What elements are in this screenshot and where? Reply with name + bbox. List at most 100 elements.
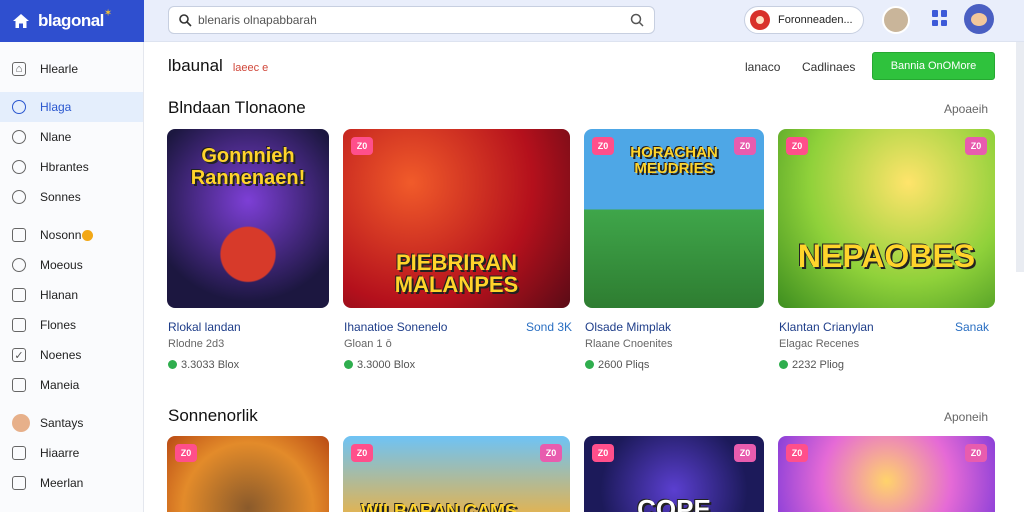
badge-icon: Z0: [540, 444, 562, 462]
sidebar-item-label: Hlanan: [40, 288, 79, 302]
sidebar-item-mail[interactable]: Maneia: [0, 370, 143, 400]
top-bar: blenaris olnapabbarah Foronneaden...: [144, 0, 1024, 42]
game-rating: 3.3000 Blox: [344, 359, 415, 371]
sidebar-item-home[interactable]: ⌂ Hlearle: [0, 54, 143, 84]
mail-icon: [12, 378, 26, 392]
sidebar-item-label: Moeous: [40, 258, 83, 272]
game-price: Sond 3K: [526, 320, 573, 334]
sidebar-item-compass[interactable]: Hbrantes: [0, 152, 143, 182]
photo-icon: [12, 476, 26, 490]
badge-icon: Z0: [351, 444, 373, 462]
chat-icon: [12, 100, 26, 114]
game-title[interactable]: Olsade Mimplak: [585, 320, 671, 334]
game-art-title: PIEBRIRAN MALANPES: [394, 250, 519, 297]
game-art-title: NEPAOBES: [797, 238, 976, 274]
game-rating-text: 3.3033 Blox: [181, 359, 240, 371]
user-avatar[interactable]: [882, 6, 910, 34]
sidebar-item-photo[interactable]: Meerlan: [0, 468, 143, 498]
search-bar[interactable]: blenaris olnapabbarah: [168, 6, 655, 34]
clock-icon: [12, 258, 26, 272]
scrollbar[interactable]: [1016, 42, 1024, 272]
sidebar-item-tag[interactable]: Nlane: [0, 122, 143, 152]
game-card[interactable]: Z0 Z0 NEPAOBES: [778, 129, 995, 308]
search-input[interactable]: blenaris olnapabbarah: [198, 13, 630, 27]
game-subtitle: Elagac Recenes: [779, 338, 860, 350]
coin-icon: [82, 229, 94, 241]
mascot-icon[interactable]: [964, 4, 994, 34]
sidebar-item-check[interactable]: ✓ Noenes: [0, 340, 143, 370]
game-rating: 3.3033 Blox: [168, 359, 239, 371]
sidebar-item-label: Nlane: [40, 130, 72, 144]
section-title: Blndaan Tlonaone: [168, 98, 306, 117]
badge-icon: Z0: [351, 137, 373, 155]
game-subtitle: Rlaane Cnoenites: [585, 338, 673, 350]
sidebar-item-label: Hlearle: [40, 62, 79, 76]
home-icon: ⌂: [12, 62, 26, 76]
game-rating: 2232 Pliog: [779, 359, 844, 371]
page-title-text: lbaunal: [168, 56, 223, 75]
sidebar-item-box[interactable]: Nosonn: [0, 220, 143, 250]
folder-icon: [12, 288, 26, 302]
search-icon: [179, 13, 192, 27]
game-rating-text: 2232 Pliog: [792, 359, 844, 371]
game-card[interactable]: Z0 Z0 WILBARAN CAMS: [343, 436, 570, 512]
game-title[interactable]: Ihanatioe Sonenelo: [344, 320, 447, 334]
sidebar-item-label: Sonnes: [40, 190, 81, 204]
doc-icon: [12, 318, 26, 332]
game-price: Sanak: [955, 320, 990, 334]
rating-dot-icon: [168, 360, 177, 369]
badge-icon: Z0: [175, 444, 197, 462]
game-card[interactable]: Z0 Z0: [778, 436, 995, 512]
sidebar-item-active[interactable]: Hlaga: [0, 92, 143, 122]
sidebar-item-person[interactable]: Santays: [0, 408, 143, 438]
sparkle-icon: ✶: [103, 7, 113, 19]
see-all-link[interactable]: Apoaeih: [944, 102, 988, 116]
sidebar-item-clock[interactable]: Moeous: [0, 250, 143, 280]
sidebar-item-label: Flones: [40, 318, 77, 332]
badge-icon: Z0: [786, 137, 808, 155]
badge-icon: Z0: [786, 444, 808, 462]
game-thumbnail: [778, 129, 995, 308]
home-icon: [13, 14, 29, 28]
sidebar-item-folder[interactable]: Hlanan: [0, 280, 143, 310]
game-title[interactable]: Rlokal landan: [168, 320, 241, 334]
game-thumbnail: [778, 436, 995, 512]
app-logo[interactable]: blagonal ✶: [0, 0, 144, 42]
primary-cta-button[interactable]: Bannia OnOMore: [872, 52, 995, 80]
page-title: lbaunal laeec e: [168, 56, 268, 76]
game-card[interactable]: Z0 Z0 HORACHAN MEUDRIES: [584, 129, 764, 308]
section-title: Sonnenorlik: [168, 406, 258, 425]
rating-dot-icon: [585, 360, 594, 369]
badge-icon: Z0: [592, 444, 614, 462]
badge-icon: Z0: [965, 137, 987, 155]
game-title[interactable]: Klantan Crianylan: [779, 320, 874, 334]
page-subtitle: laeec e: [232, 62, 269, 74]
badge-icon: Z0: [734, 444, 756, 462]
header-link-1[interactable]: lanaco: [745, 60, 780, 74]
sidebar-item-label: Meerlan: [40, 476, 84, 490]
search-submit-icon[interactable]: [630, 13, 644, 27]
game-card[interactable]: Z0: [167, 436, 329, 512]
apps-grid-icon[interactable]: [932, 10, 948, 26]
sidebar: ⌂ Hlearle Hlaga Nlane Hbrantes Sonnes Nos…: [0, 42, 144, 512]
tag-icon: [12, 130, 26, 144]
sidebar-item-label: Hbrantes: [40, 160, 89, 174]
header-link-2[interactable]: Cadlinaes: [802, 60, 855, 74]
account-chip[interactable]: Foronneaden...: [744, 6, 864, 34]
game-card[interactable]: Gonnnieh Rannenaen!: [167, 129, 329, 308]
main-content: lbaunal laeec e lanaco Cadlinaes Bannia O…: [144, 42, 1024, 512]
see-all-link[interactable]: Aponeih: [944, 410, 988, 424]
box-icon: [12, 228, 26, 242]
sidebar-item-doc2[interactable]: Hiaarre: [0, 438, 143, 468]
sidebar-item-doc[interactable]: Flones: [0, 310, 143, 340]
compass-icon: [12, 160, 26, 174]
check-icon: ✓: [12, 348, 26, 362]
rating-dot-icon: [779, 360, 788, 369]
star-icon: [12, 190, 26, 204]
game-card[interactable]: Z0 PIEBRIRAN MALANPES: [343, 129, 570, 308]
sidebar-item-star[interactable]: Sonnes: [0, 182, 143, 212]
game-subtitle: Gloan 1 ō: [344, 338, 392, 350]
sidebar-item-label: Nosonn: [40, 228, 82, 242]
game-card[interactable]: Z0 Z0 COPE: [584, 436, 764, 512]
game-rating: 2600 Pliqs: [585, 359, 649, 371]
